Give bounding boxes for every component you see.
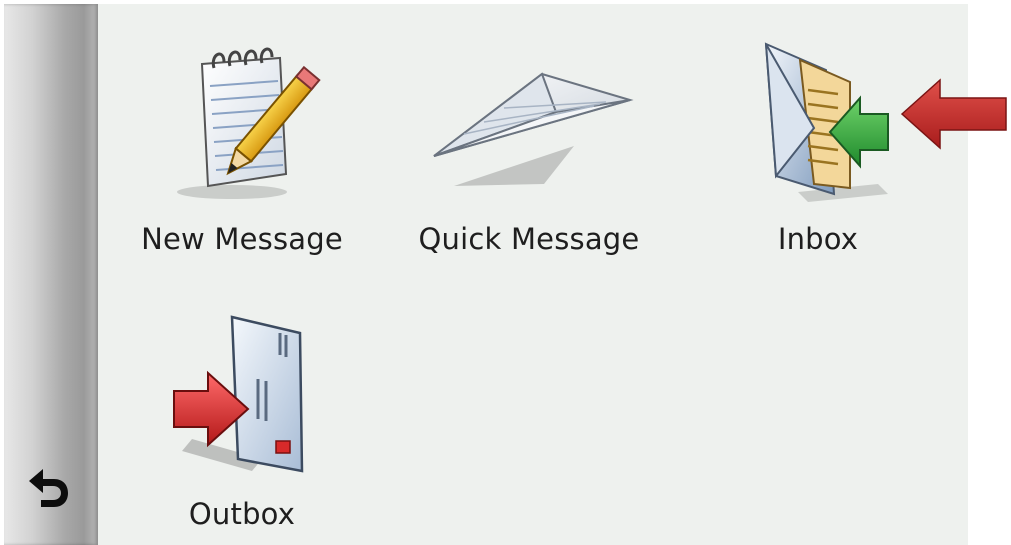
inbox-envelope-icon <box>764 42 889 202</box>
notepad-pencil-icon <box>177 47 321 199</box>
quick-message-label: Quick Message <box>418 222 640 256</box>
outbox-envelope-icon <box>173 315 304 473</box>
tile-new-message[interactable]: New Message <box>134 34 350 256</box>
new-message-label: New Message <box>141 222 343 256</box>
tile-quick-message[interactable]: Quick Message <box>404 34 654 256</box>
messages-menu: New Message Quick Message Inbox Outbox <box>98 4 968 545</box>
screen: New Message Quick Message Inbox Outbox <box>0 0 1011 545</box>
red-pointer-arrow-icon <box>900 76 1008 156</box>
back-arrow-icon <box>29 469 68 507</box>
outbox-label: Outbox <box>188 497 296 531</box>
inbox-label: Inbox <box>777 222 859 256</box>
back-button[interactable] <box>14 450 84 520</box>
tile-inbox[interactable]: Inbox <box>728 34 908 256</box>
paper-airplane-icon <box>433 72 634 186</box>
tile-outbox[interactable]: Outbox <box>134 309 350 531</box>
